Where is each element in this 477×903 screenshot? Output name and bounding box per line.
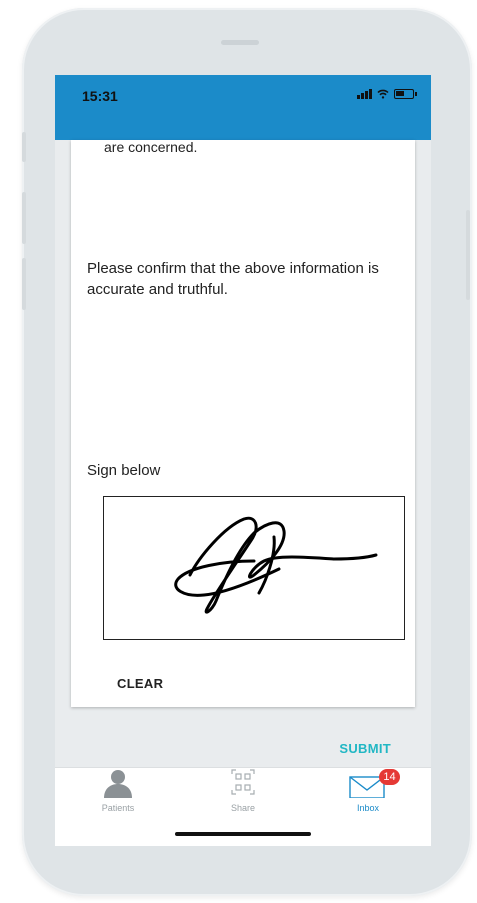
signature-pad[interactable]	[103, 496, 405, 640]
wifi-icon	[377, 89, 389, 99]
qr-code-icon	[231, 769, 255, 795]
tab-share[interactable]: Share	[198, 768, 288, 820]
tab-label-share: Share	[230, 803, 256, 813]
phone-side-button	[22, 258, 26, 310]
status-icons	[357, 89, 417, 99]
signal-icon	[357, 89, 372, 99]
tab-label-patients: Patients	[101, 803, 135, 813]
bottom-tab-bar: Patients Share 14 Inbox	[55, 767, 431, 846]
tab-label-inbox: Inbox	[356, 803, 380, 813]
confirm-statement: Please confirm that the above informatio…	[87, 260, 379, 298]
app-screen: 15:31 are concerned. Please confirm that…	[55, 75, 431, 846]
form-text-clipped: are concerned.	[104, 139, 198, 155]
home-indicator[interactable]	[175, 832, 311, 836]
consent-form-card: are concerned. Please confirm that the a…	[71, 139, 415, 756]
clear-signature-button[interactable]: CLEAR	[117, 676, 163, 691]
sign-below-label: Sign below	[87, 462, 161, 479]
status-time: 15:31	[82, 88, 118, 104]
tab-inbox[interactable]: 14 Inbox	[323, 768, 413, 820]
phone-speaker	[221, 40, 259, 45]
phone-side-button	[22, 132, 26, 162]
person-icon	[104, 770, 132, 798]
phone-side-button	[22, 192, 26, 244]
envelope-icon	[349, 776, 385, 798]
tab-patients[interactable]: Patients	[73, 768, 163, 820]
inbox-badge: 14	[379, 769, 400, 785]
phone-side-button	[466, 210, 470, 300]
battery-tip	[415, 92, 417, 96]
signature-stroke	[174, 516, 378, 614]
status-bar: 15:31	[55, 75, 431, 140]
battery-icon	[394, 89, 414, 99]
submit-button[interactable]: SUBMIT	[339, 741, 391, 756]
